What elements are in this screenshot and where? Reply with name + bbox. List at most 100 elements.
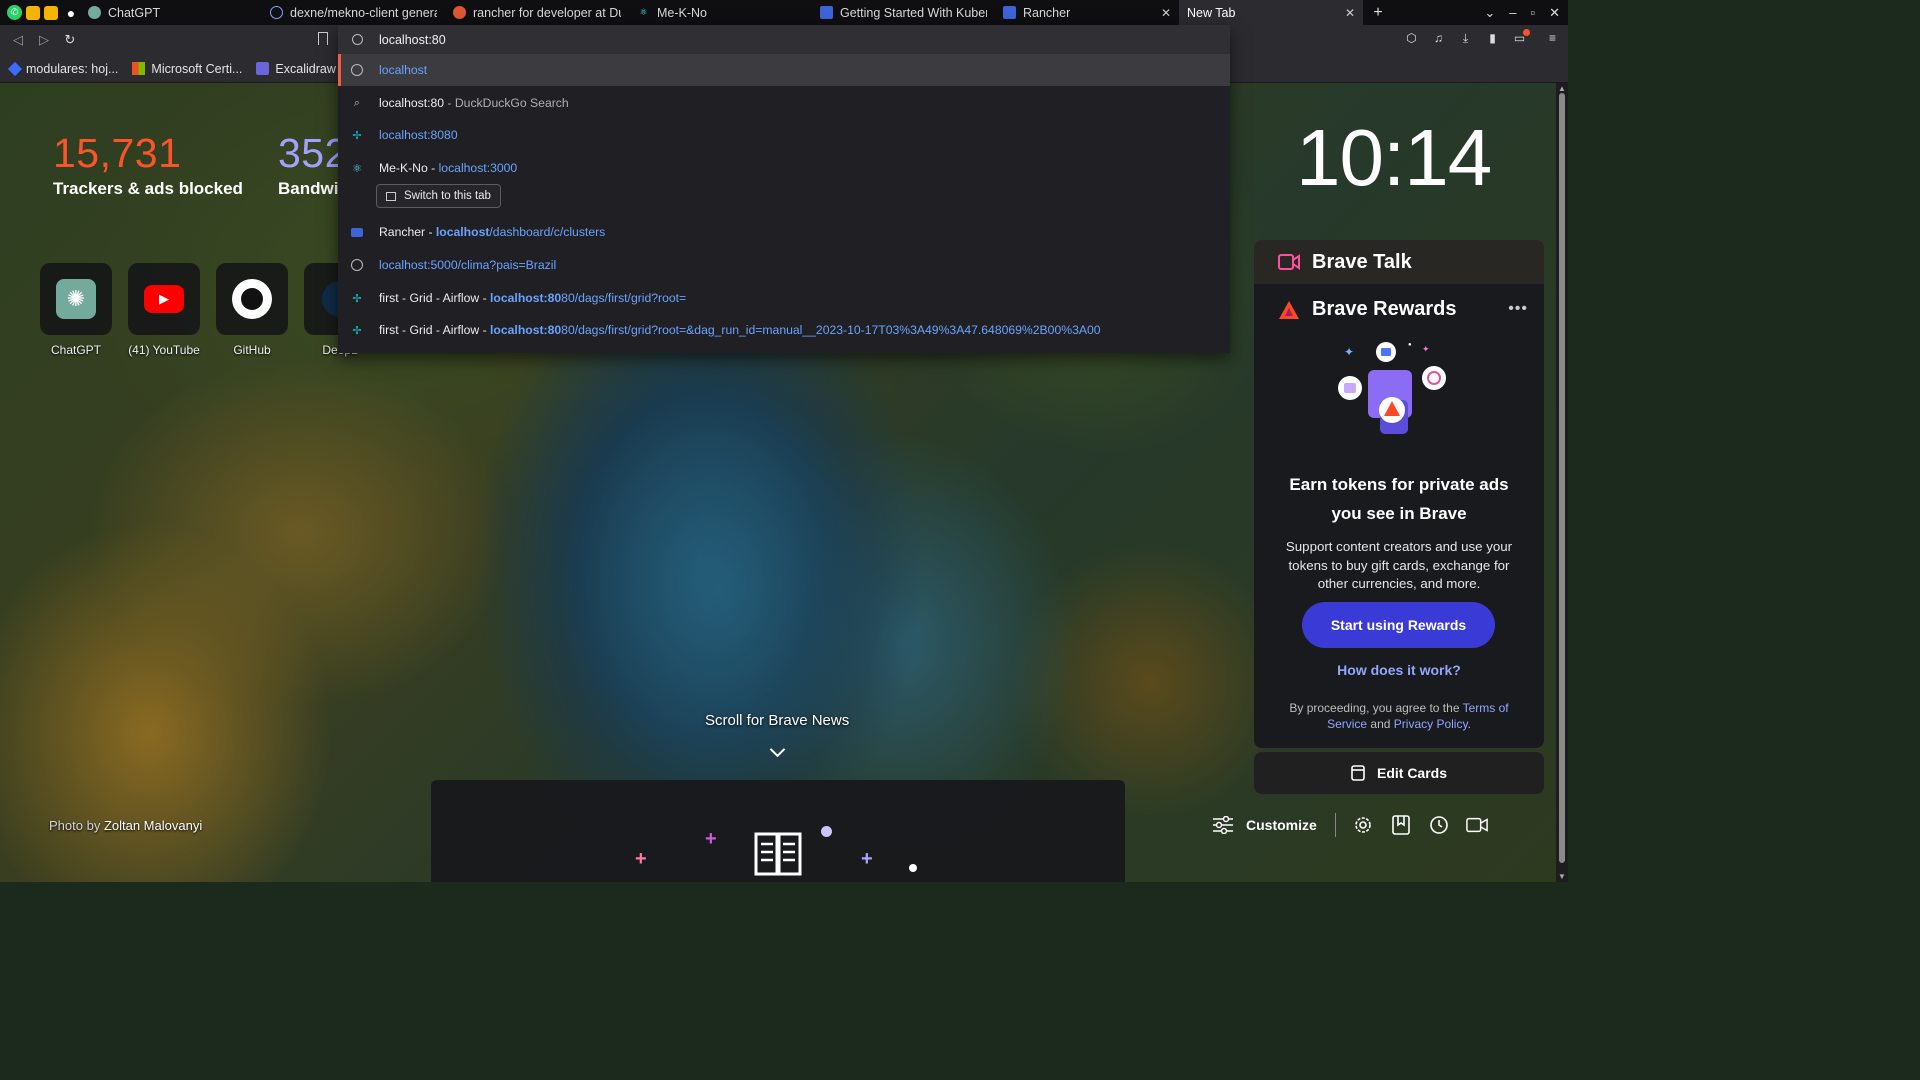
rancher-icon <box>351 227 363 237</box>
omnibox-suggestion[interactable]: ⚛ Me-K-No - localhost:3000 <box>338 152 1230 184</box>
tab-title: New Tab <box>1187 5 1236 20</box>
cards-icon <box>1351 765 1365 781</box>
microsoft-icon <box>132 62 146 75</box>
close-window-icon[interactable]: ✕ <box>1549 5 1560 21</box>
address-input[interactable]: localhost:80 <box>379 33 446 47</box>
clock: 10:14 <box>1296 113 1492 202</box>
tab-kubernetes[interactable]: Getting Started With Kubern <box>812 0 995 25</box>
suggestion-url: localhost:3000 <box>438 161 518 175</box>
scrollbar-thumb[interactable] <box>1559 93 1565 863</box>
tab-search-icon[interactable]: ⌄ <box>1484 5 1495 21</box>
bookmarks-icon[interactable] <box>1390 814 1412 836</box>
bottom-toolbar: Customize <box>1212 806 1488 844</box>
top-site-box <box>216 263 288 335</box>
sidebar-icon[interactable]: ▮ <box>1485 31 1500 46</box>
brave-talk-title: Brave Talk <box>1312 250 1412 273</box>
discussion-icon <box>270 6 283 19</box>
toolbar-actions: ⬡ ♫ ⤓ ▮ ▭ ≡ <box>1404 29 1560 46</box>
sparkle-icon: + <box>861 848 873 870</box>
omnibox-suggestion[interactable]: ✢ localhost:8080 <box>338 119 1230 151</box>
bookmark-icon[interactable] <box>318 32 328 45</box>
top-site-box: ▶ <box>128 263 200 335</box>
tab-chatgpt[interactable]: ChatGPT <box>80 0 262 25</box>
switch-to-tab-button[interactable]: Switch to this tab <box>376 184 501 208</box>
start-rewards-button[interactable]: Start using Rewards <box>1302 602 1495 648</box>
settings-icon[interactable] <box>1352 814 1374 836</box>
omnibox-suggestion[interactable]: ⌕ localhost:80 - DuckDuckGo Search <box>338 87 1230 119</box>
tab-rancher[interactable]: Rancher ✕ <box>995 0 1179 25</box>
lake <box>560 383 880 803</box>
customize-button[interactable]: Customize <box>1212 813 1336 837</box>
sparkle-icon: + <box>635 848 647 870</box>
tab-rancher-search[interactable]: rancher for developer at Duc <box>445 0 629 25</box>
edit-cards-label: Edit Cards <box>1376 765 1447 781</box>
trackers-count: 15,731 <box>53 130 182 176</box>
top-site-chatgpt[interactable]: ✺ ChatGPT <box>40 263 112 357</box>
extensions-icon[interactable]: ⬡ <box>1404 31 1419 46</box>
omnibox-suggestion[interactable]: Rancher - localhost/dashboard/c/clusters <box>338 216 1230 248</box>
omnibox-suggestion[interactable]: localhost:5000/clima?pais=Brazil <box>338 249 1230 281</box>
legal-end: . <box>1467 717 1471 731</box>
scroll-up-icon[interactable]: ▲ <box>1558 84 1566 93</box>
close-tab-icon[interactable]: ✕ <box>1161 6 1171 20</box>
suggestion-url: 80/dags/first/grid?root= <box>561 291 687 305</box>
brave-talk-icon[interactable] <box>1465 814 1488 836</box>
forward-icon[interactable]: ▷ <box>31 32 57 48</box>
whatsapp-icon[interactable]: ✆ <box>7 5 22 20</box>
omnibox-suggestion[interactable]: ✢ first - Grid - Airflow - localhost:808… <box>338 282 1230 314</box>
tab-new-tab[interactable]: New Tab ✕ <box>1179 0 1363 25</box>
search-icon: ⌕ <box>353 96 361 109</box>
suggestion-suffix: - DuckDuckGo Search <box>444 96 569 110</box>
omnibox-suggestion[interactable]: localhost <box>338 54 1230 86</box>
tab-mekno[interactable]: ⚛ Me-K-No <box>629 0 812 25</box>
privacy-link[interactable]: Privacy Policy <box>1394 717 1468 731</box>
page-scrollbar[interactable]: ▲ ▼ <box>1556 83 1568 882</box>
github-icon[interactable]: ● <box>62 4 80 22</box>
edit-cards-button[interactable]: Edit Cards <box>1254 752 1544 794</box>
photo-author-link[interactable]: Zoltan Malovanyi <box>104 818 202 833</box>
address-bar[interactable]: localhost:80 <box>338 25 1230 54</box>
scroll-news-label[interactable]: Scroll for Brave News <box>705 712 849 729</box>
brave-talk-card[interactable]: Brave Talk <box>1254 240 1544 284</box>
suggestion-title: Me-K-No - <box>379 161 439 175</box>
suggestion-text: localhost:80 <box>379 96 445 110</box>
omnibox-suggestion[interactable]: ✢ first - Grid - Airflow - localhost:808… <box>338 314 1230 346</box>
history-icon[interactable] <box>1428 814 1450 836</box>
minimize-icon[interactable]: – <box>1509 5 1516 20</box>
top-sites: ✺ ChatGPT ▶ (41) YouTube GitHub DeepL <box>40 263 376 357</box>
suggestion-url-match: localhost:80 <box>490 291 562 305</box>
slides-icon[interactable] <box>44 5 58 20</box>
reload-icon[interactable]: ↻ <box>57 32 83 48</box>
chatgpt-icon <box>88 6 101 19</box>
menu-icon[interactable]: ≡ <box>1545 31 1560 46</box>
svg-text:●: ● <box>1408 342 1412 348</box>
rewards-legal-text: By proceeding, you agree to the Terms of… <box>1276 700 1522 732</box>
back-icon[interactable]: ◁ <box>5 32 31 48</box>
suggestion-title: first - Grid - Airflow - <box>379 323 491 337</box>
top-site-youtube[interactable]: ▶ (41) YouTube <box>128 263 200 357</box>
trackers-label: Trackers & ads blocked <box>53 179 243 198</box>
scroll-down-icon[interactable]: ▼ <box>1558 872 1566 881</box>
more-options-icon[interactable]: ••• <box>1508 300 1528 318</box>
bookmark-item[interactable]: modulares: hoj... <box>7 61 118 76</box>
close-tab-icon[interactable]: ✕ <box>1345 6 1355 20</box>
top-site-github[interactable]: GitHub <box>216 263 288 357</box>
tab-mekno-client[interactable]: dexne/mekno-client general <box>262 0 445 25</box>
switch-tab-label: Switch to this tab <box>404 190 491 202</box>
dot-icon <box>821 826 832 837</box>
bookmark-item[interactable]: Excalidraw <box>256 62 336 76</box>
how-it-works-link[interactable]: How does it work? <box>1254 662 1544 678</box>
keep-icon[interactable] <box>26 5 40 20</box>
pinned-tabs: ✆ ● <box>0 4 80 22</box>
restore-icon[interactable]: ▫ <box>1530 5 1535 20</box>
rancher-icon <box>820 6 833 19</box>
rancher-icon <box>1003 6 1016 19</box>
new-tab-button[interactable]: + <box>1363 4 1393 22</box>
wallet-icon[interactable]: ▭ <box>1512 29 1530 46</box>
bookmark-item[interactable]: Microsoft Certi... <box>132 62 242 76</box>
bookmark-favicon <box>7 61 23 76</box>
airflow-icon: ✢ <box>352 129 362 142</box>
top-site-label: ChatGPT <box>50 343 101 357</box>
download-icon[interactable]: ⤓ <box>1458 31 1473 46</box>
media-icon[interactable]: ♫ <box>1431 31 1446 46</box>
